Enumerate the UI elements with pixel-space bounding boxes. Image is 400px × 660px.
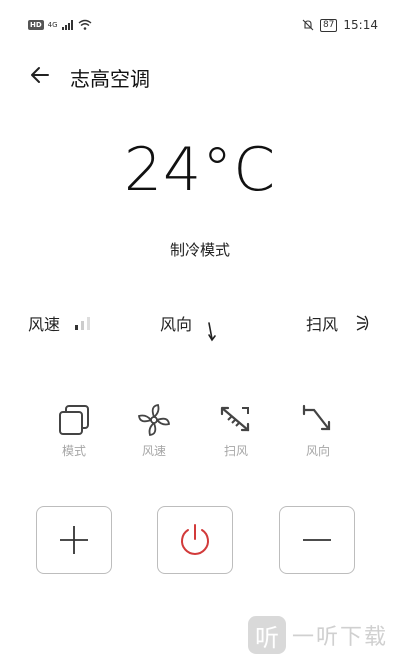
swing-indicator-icon <box>356 315 369 331</box>
direction-icon <box>302 404 331 431</box>
temp-down-button[interactable] <box>279 506 355 574</box>
temperature-display: 24°C <box>123 135 277 205</box>
signal-icon <box>61 19 73 30</box>
minus-icon <box>303 539 331 541</box>
swing-label: 扫风 <box>306 315 339 334</box>
clock: 15:14 <box>343 18 378 32</box>
battery-level: 87 <box>319 18 338 32</box>
swing-info: 扫风 <box>306 311 371 335</box>
swing-icon <box>220 406 250 432</box>
direction-control[interactable]: 风向 <box>288 402 348 459</box>
bell-muted-icon <box>302 19 314 31</box>
swing-control[interactable]: 扫风 <box>206 402 266 459</box>
plus-icon <box>60 526 88 554</box>
status-left: HD 4G <box>28 19 92 30</box>
mode-control[interactable]: 模式 <box>44 402 104 459</box>
hd-badge: HD <box>28 19 44 30</box>
network-type: 4G <box>47 20 58 29</box>
status-right: 87 15:14 <box>302 18 378 32</box>
wifi-icon <box>78 19 92 30</box>
fan-speed-control[interactable]: 风速 <box>124 402 184 459</box>
fan-icon <box>138 404 170 436</box>
speed-bars-icon <box>75 317 91 330</box>
back-arrow-icon[interactable] <box>28 63 52 87</box>
swing-control-label: 扫风 <box>223 444 248 458</box>
direction-control-label: 风向 <box>305 444 330 458</box>
mode-status: 制冷模式 <box>169 241 230 259</box>
direction-arrow-icon <box>208 322 216 342</box>
temp-up-button[interactable] <box>36 506 112 574</box>
power-button[interactable] <box>157 506 233 574</box>
mode-icon <box>59 405 89 435</box>
fan-speed-info: 风速 <box>28 311 93 335</box>
mode-control-label: 模式 <box>61 444 86 458</box>
watermark-logo: 听 <box>247 616 286 654</box>
status-bar: HD 4G 87 15:14 <box>0 0 400 44</box>
power-icon <box>181 524 209 555</box>
page-title: 志高空调 <box>70 67 150 91</box>
fan-speed-label: 风速 <box>28 315 61 334</box>
watermark: 听 一听下载 <box>247 616 388 654</box>
fan-speed-control-label: 风速 <box>141 444 166 458</box>
direction-info: 风向 <box>160 311 216 342</box>
direction-label: 风向 <box>160 315 193 334</box>
watermark-text: 一听下载 <box>291 625 388 650</box>
